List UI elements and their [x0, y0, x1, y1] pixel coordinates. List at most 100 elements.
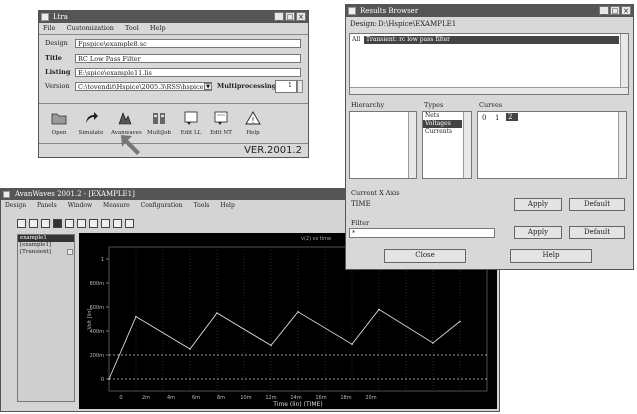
y-tick-label: 800m	[90, 281, 105, 287]
edit-netlist-icon	[214, 111, 228, 125]
hierarchy-scrollbar[interactable]	[408, 112, 416, 178]
waveform-point	[216, 312, 218, 314]
curve-item[interactable]: 1	[495, 114, 499, 122]
version-label: Version	[45, 82, 70, 90]
wv-menu-tools[interactable]: Tools	[194, 202, 210, 209]
listing-field[interactable]: E:\spice\example11.lis	[75, 68, 301, 77]
zoom-icon[interactable]	[17, 219, 26, 228]
curves-label: Curves	[479, 101, 503, 109]
x-tick-label: 2m	[142, 395, 150, 401]
multijob-button[interactable]: MultiJob	[145, 107, 173, 143]
print-icon[interactable]	[41, 219, 50, 228]
folder-icon	[51, 113, 67, 125]
waveform-viewer-icon	[118, 112, 132, 125]
multiproc-field[interactable]: 1	[275, 80, 297, 93]
results-close-icon[interactable]: ×	[621, 6, 631, 15]
waveform-point	[459, 320, 461, 323]
xaxis-apply-button[interactable]: Apply	[514, 198, 562, 211]
launcher-menubar: File Customization Tool Help	[39, 24, 308, 33]
filter-apply-button[interactable]: Apply	[514, 226, 562, 239]
status-divider	[39, 143, 308, 144]
zoom-fit-icon[interactable]	[29, 219, 38, 228]
menu-customization[interactable]: Customization	[67, 24, 114, 32]
results-list[interactable]: All Transient: rc low pass filter	[349, 33, 629, 95]
menu-tool[interactable]: Tool	[125, 24, 139, 32]
launcher-toolbar: Open Simulate Avanwaves MultiJob Edit LL…	[43, 107, 307, 143]
wv-menu-configuration[interactable]: Configuration	[141, 202, 183, 209]
tree-item[interactable]: [example1]	[18, 242, 74, 249]
tree-item[interactable]: [Transient]	[18, 249, 74, 256]
help-button[interactable]: ! Help	[239, 107, 267, 143]
simulate-button[interactable]: Simulate	[77, 107, 105, 143]
waveview-app-icon	[3, 191, 10, 198]
waveform-point	[297, 311, 299, 313]
multiproc-spinner-icon[interactable]	[297, 80, 303, 93]
wv-menu-panels[interactable]: Panels	[37, 202, 57, 209]
wv-menu-measure[interactable]: Measure	[103, 202, 130, 209]
delta-icon[interactable]	[101, 219, 110, 228]
version-select[interactable]: C:\tovendit\Hspice\2005.3\RSS\hspice.exe	[75, 82, 212, 91]
app-icon	[41, 13, 49, 21]
x-tick-label: 4m	[167, 395, 175, 401]
curves-scrollbar[interactable]	[618, 112, 626, 178]
filter-default-button[interactable]: Default	[569, 226, 625, 239]
minimize-icon[interactable]: _	[274, 12, 284, 21]
slope-icon[interactable]	[113, 219, 122, 228]
version-stamp: VER.2001.2	[244, 145, 302, 156]
types-scrollbar[interactable]	[463, 112, 471, 178]
results-maximize-icon[interactable]: □	[610, 6, 620, 15]
help-dialog-button[interactable]: Help	[510, 249, 592, 263]
wv-menu-design[interactable]: Design	[5, 202, 26, 209]
types-list[interactable]: Nets Voltages Currents	[422, 111, 472, 179]
close-icon[interactable]: ×	[296, 12, 306, 21]
multijob-label: MultiJob	[147, 130, 171, 136]
edit-ll-button[interactable]: Edit LL	[177, 107, 205, 143]
edit-nt-button[interactable]: Edit NT	[207, 107, 235, 143]
title-field[interactable]: RC Low Pass Filter	[75, 54, 301, 63]
curve-item[interactable]: 0	[482, 114, 486, 122]
launcher-window: Ltra _ □ × File Customization Tool Help …	[38, 10, 309, 158]
waveform-point	[189, 348, 191, 350]
launcher-titlebar[interactable]: Ltra _ □ ×	[39, 11, 308, 23]
label-icon[interactable]	[125, 219, 134, 228]
waveform-point	[270, 344, 272, 347]
version-dropdown-icon[interactable]: ▼	[204, 83, 212, 90]
curves-list[interactable]: 0 1 2	[477, 111, 627, 179]
results-titlebar[interactable]: Results Browser _ □ ×	[346, 5, 633, 17]
curve-item-selected[interactable]: 2	[506, 113, 519, 121]
wv-menu-window[interactable]: Window	[68, 202, 92, 209]
results-list-scrollbar[interactable]	[620, 34, 628, 94]
open-button[interactable]: Open	[45, 107, 73, 143]
menu-help[interactable]: Help	[150, 24, 166, 32]
open-label: Open	[51, 130, 67, 136]
measure-icon[interactable]	[77, 219, 86, 228]
wv-menu-help[interactable]: Help	[220, 202, 235, 209]
close-button[interactable]: Close	[384, 249, 466, 263]
version-value: C:\tovendit\Hspice\2005.3\RSS\hspice.exe	[78, 83, 212, 91]
design-tree-panel[interactable]: example1 [example1] [Transient]	[17, 234, 75, 402]
panel-icon[interactable]	[53, 219, 62, 228]
type-item-selected[interactable]: Voltages	[423, 120, 462, 128]
menu-file[interactable]: File	[43, 24, 56, 32]
edit-icon	[184, 111, 198, 125]
waveview-title: AvanWaves 2001.2 - [EXAMPLE1]	[15, 190, 135, 198]
filter-input[interactable]: *	[349, 228, 495, 238]
results-minimize-icon[interactable]: _	[599, 6, 609, 15]
listing-label: Listing	[45, 68, 71, 76]
marker-icon[interactable]	[89, 219, 98, 228]
tree-item-selected[interactable]: example1	[18, 235, 74, 242]
xaxis-label: Current X Axis	[351, 189, 400, 197]
design-field[interactable]: Fpspice\example8.sc	[75, 39, 301, 48]
results-list-hscrollbar[interactable]	[350, 87, 628, 94]
help-icon: !	[245, 111, 261, 125]
results-list-item[interactable]: Transient: rc low pass filter	[364, 36, 619, 44]
tree-scroll-icon[interactable]	[67, 249, 73, 255]
title-label: Title	[45, 54, 62, 62]
maximize-icon[interactable]: □	[285, 12, 295, 21]
types-label: Types	[424, 101, 444, 109]
cursor-icon[interactable]	[65, 219, 74, 228]
edit-nt-label: Edit NT	[210, 130, 232, 136]
results-app-icon	[348, 7, 356, 15]
hierarchy-list[interactable]	[349, 111, 417, 179]
xaxis-default-button[interactable]: Default	[569, 198, 625, 211]
